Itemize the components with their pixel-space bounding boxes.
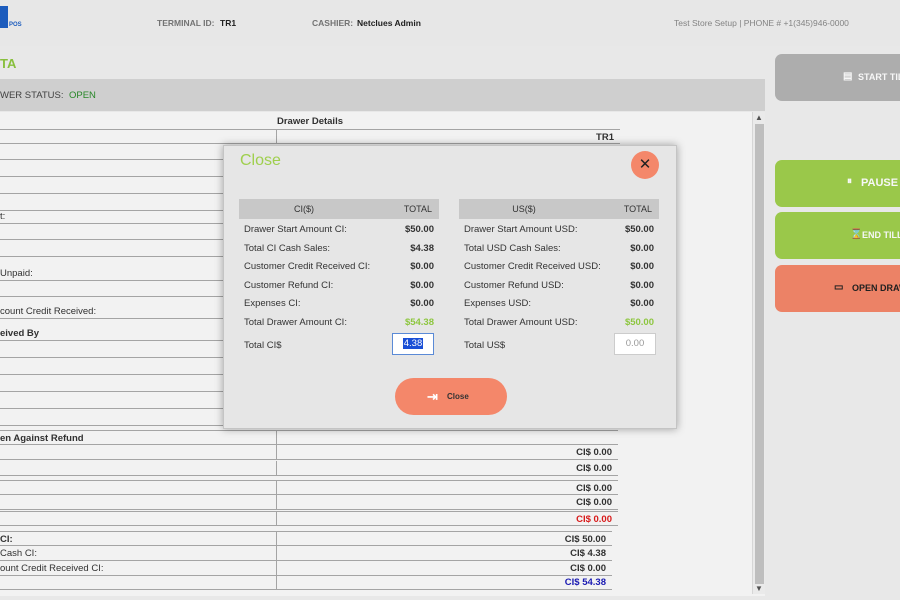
row-label: Total Drawer Amount USD: (464, 316, 578, 328)
ci-header-label: CI($) (294, 204, 314, 214)
row-label: Total Drawer Amount CI: (244, 316, 347, 328)
total-usd-input[interactable]: 0.00 (614, 333, 656, 355)
row-label: Total CI Cash Sales: (244, 242, 331, 254)
list-item: Total CI Cash Sales: $4.38 (239, 238, 439, 257)
row-value: $50.00 (624, 316, 654, 328)
row-label: Customer Refund CI: (244, 279, 334, 291)
list-item: Customer Credit Received USD: $0.00 (459, 256, 659, 275)
ci-total-header: TOTAL (403, 204, 432, 214)
row-value: $50.00 (624, 224, 654, 235)
row-value: $0.00 (630, 279, 654, 291)
total-usd-label: Total US$ (464, 340, 506, 351)
close-button-label: Close (447, 392, 469, 401)
row-label: Customer Credit Received USD: (464, 261, 601, 273)
modal-title: Close (240, 152, 281, 169)
usd-total-header: TOTAL (623, 204, 652, 214)
row-value: $4.38 (410, 242, 434, 254)
list-item: Drawer Start Amount CI: $50.00 (239, 219, 439, 238)
total-ci-input[interactable]: 4.38 (392, 333, 434, 355)
row-value: $0.00 (410, 279, 434, 291)
row-value: $0.00 (630, 298, 654, 310)
list-item: Customer Credit Received CI: $0.00 (239, 256, 439, 275)
list-item: Customer Refund USD: $0.00 (459, 275, 659, 294)
row-label: Customer Credit Received CI: (244, 261, 371, 273)
list-item: Expenses USD: $0.00 (459, 293, 659, 312)
row-value: $50.00 (404, 224, 434, 235)
ci-column-header: CI($) TOTAL (239, 199, 439, 219)
close-till-modal: Close ✕ CI($) TOTAL Drawer Start Amount … (223, 145, 677, 429)
row-label: Customer Refund USD: (464, 279, 564, 291)
close-icon[interactable]: ✕ (631, 151, 659, 179)
list-item: Drawer Start Amount USD: $50.00 (459, 219, 659, 238)
row-label: Expenses USD: (464, 298, 532, 310)
row-label: Drawer Start Amount CI: (244, 224, 347, 235)
ci-summary-column: CI($) TOTAL Drawer Start Amount CI: $50.0… (239, 199, 439, 331)
row-value: $54.38 (404, 316, 434, 328)
total-ci-label: Total CI$ (244, 340, 282, 351)
row-label: Total USD Cash Sales: (464, 242, 561, 254)
row-label: Drawer Start Amount USD: (464, 224, 578, 235)
usd-header-label: US($) (512, 204, 536, 214)
list-item: Total Drawer Amount CI: $54.38 (239, 312, 439, 331)
exit-icon: ⇥ (427, 389, 438, 404)
row-value: $0.00 (410, 261, 434, 273)
row-value: $0.00 (630, 242, 654, 254)
usd-column-header: US($) TOTAL (459, 199, 659, 219)
total-ci-value: 4.38 (402, 338, 424, 349)
list-item: Customer Refund CI: $0.00 (239, 275, 439, 294)
usd-summary-column: US($) TOTAL Drawer Start Amount USD: $50.… (459, 199, 659, 331)
row-value: $0.00 (630, 261, 654, 273)
row-label: Expenses CI: (244, 298, 301, 310)
list-item: Total USD Cash Sales: $0.00 (459, 238, 659, 257)
row-value: $0.00 (410, 298, 434, 310)
list-item: Total Drawer Amount USD: $50.00 (459, 312, 659, 331)
list-item: Expenses CI: $0.00 (239, 293, 439, 312)
close-till-button[interactable]: ⇥ Close (395, 378, 507, 415)
